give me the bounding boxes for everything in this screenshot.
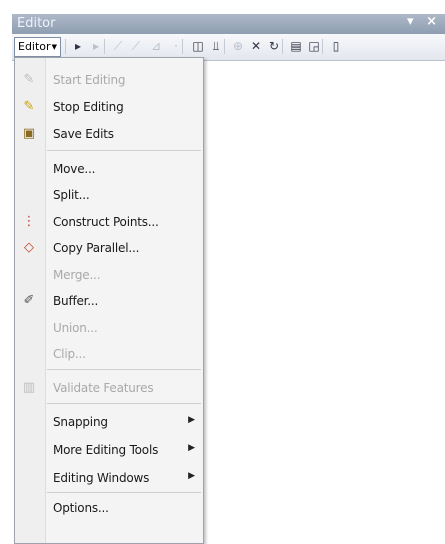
menu-item-copy-parallel[interactable]: ◇ Copy Parallel... [15, 236, 203, 262]
menu-item-construct-points[interactable]: ⋮ Construct Points... [15, 210, 203, 236]
copy-parallel-icon: ◇ [24, 240, 34, 255]
menu-item-split[interactable]: Split... [15, 183, 203, 209]
attributes-icon[interactable]: ▤ [288, 38, 304, 55]
toolbar-separator [322, 39, 323, 54]
end-point-arc-icon: ⟋ [131, 39, 141, 53]
straight-segment-icon: ⟋ [113, 39, 123, 53]
menu-item-merge: Merge... [15, 263, 203, 289]
menu-item-label: Editing Windows [53, 471, 150, 485]
validate-features-icon: ▥ [22, 380, 36, 395]
menu-separator [47, 403, 201, 404]
menu-separator [47, 492, 201, 493]
menu-item-label: Start Editing [53, 73, 126, 87]
menu-item-start-editing: ✎ Start Editing [15, 68, 203, 94]
chevron-right-icon: ▶ [188, 415, 195, 425]
sketch-properties-icon[interactable]: ◲ [306, 38, 322, 55]
menu-item-label: Move... [53, 162, 96, 176]
split-tool-icon[interactable]: ✕ [248, 38, 264, 55]
save-icon: ▣ [22, 126, 36, 141]
toolbar-separator [65, 39, 66, 54]
menu-item-save-edits[interactable]: ▣ Save Edits [15, 122, 203, 148]
menu-item-label: Options... [53, 501, 109, 515]
construct-points-icon: ⋮ [22, 214, 36, 229]
pencil-icon: ✎ [23, 72, 35, 87]
window-title: Editor [17, 16, 56, 31]
editor-menu-label: Editor [18, 40, 51, 53]
menu-item-label: Stop Editing [53, 100, 124, 114]
menu-item-validate-features: ▥ Validate Features [15, 376, 203, 402]
menu-item-more-editing-tools[interactable]: More Editing Tools ▶ [15, 438, 203, 464]
menu-item-union: Union... [15, 316, 203, 342]
menu-item-label: Construct Points... [53, 215, 159, 229]
menu-item-label: Save Edits [53, 127, 114, 141]
chevron-down-icon: ▼ [51, 43, 57, 51]
chevron-right-icon: ▶ [188, 443, 195, 453]
menu-item-label: Copy Parallel... [53, 241, 140, 255]
edit-vertices-icon[interactable]: ◫ [190, 38, 206, 55]
titlebar[interactable]: Editor ▾ × [12, 14, 445, 34]
toolbar-separator [182, 39, 183, 54]
edit-tool-icon[interactable]: ▸ [70, 38, 86, 55]
menu-separator [47, 369, 201, 370]
buffer-icon: ✐ [23, 293, 35, 308]
window-controls[interactable]: ▾ × [407, 14, 441, 29]
rotate-icon[interactable]: ↻ [266, 38, 282, 55]
menu-item-label: Snapping [53, 415, 108, 429]
editor-dropdown-menu: ✎ Start Editing ✎ Stop Editing ▣ Save Edits Mo… [14, 57, 204, 544]
menu-item-label: Clip... [53, 347, 86, 361]
menu-item-label: Union... [53, 321, 98, 335]
menu-item-move[interactable]: Move... [15, 157, 203, 183]
menu-item-label: Split... [53, 188, 90, 202]
menu-item-label: More Editing Tools [53, 443, 159, 457]
menu-item-label: Validate Features [53, 381, 154, 395]
toolbar-separator [104, 39, 105, 54]
menu-item-label: Merge... [53, 268, 101, 282]
toolbar-separator [282, 39, 283, 54]
cut-polygons-icon: ⊕ [232, 39, 244, 53]
menu-item-label: Buffer... [53, 294, 99, 308]
menu-item-options[interactable]: Options... [15, 496, 203, 522]
editor-menu-button[interactable]: Editor▼ [14, 37, 61, 57]
menu-item-editing-windows[interactable]: Editing Windows ▶ [15, 466, 203, 492]
menu-item-snapping[interactable]: Snapping ▶ [15, 410, 203, 436]
menu-item-clip: Clip... [15, 342, 203, 368]
menu-item-buffer[interactable]: ✐ Buffer... [15, 289, 203, 315]
create-features-icon[interactable]: ▯ [328, 38, 344, 55]
trace-icon: ⊿ [150, 39, 162, 53]
menu-item-stop-editing[interactable]: ✎ Stop Editing [15, 95, 203, 121]
stop-editing-icon: ✎ [23, 99, 35, 114]
reshape-feature-icon[interactable]: ⫫ [208, 38, 224, 55]
menu-separator [47, 150, 201, 151]
edit-annotation-icon: ▸ [92, 39, 100, 53]
chevron-right-icon: ▶ [188, 471, 195, 481]
toolbar-separator [224, 39, 225, 54]
